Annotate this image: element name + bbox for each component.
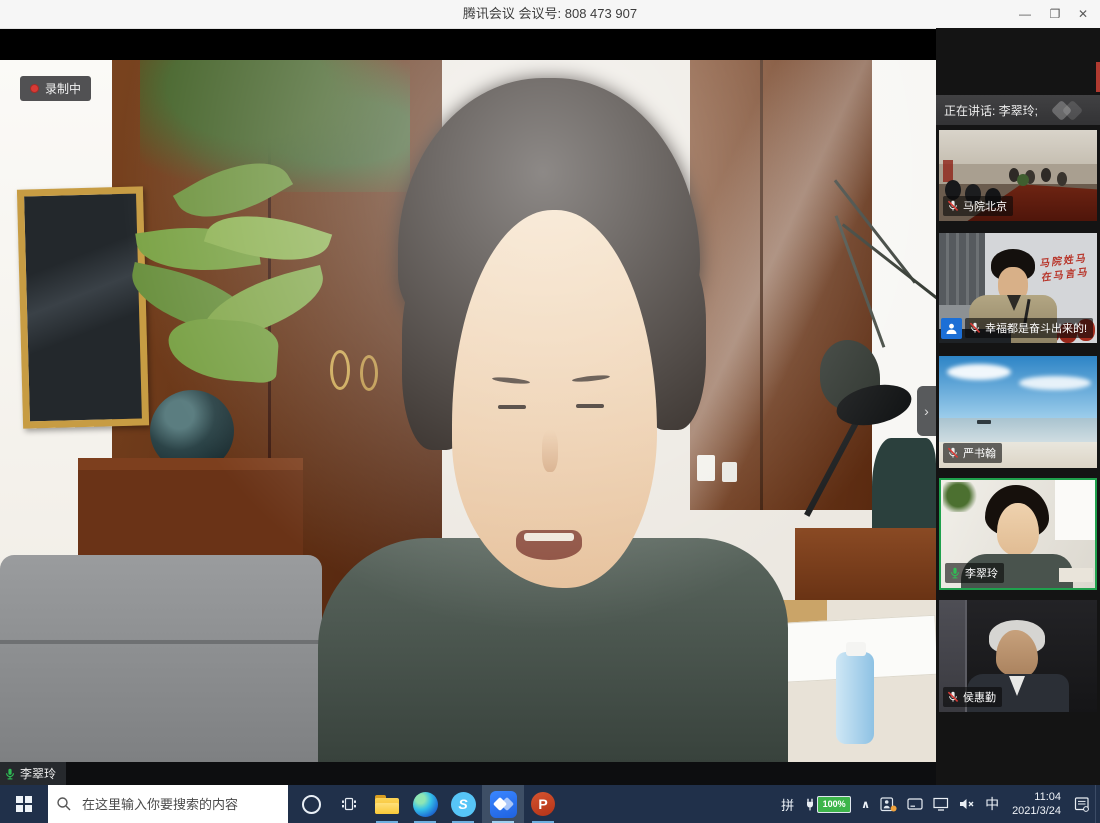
window-title: 腾讯会议 会议号: 808 473 907 [0,0,1100,28]
sofa-seam [0,640,322,644]
participant-tile-4-active-speaker[interactable]: 李翠玲 [939,478,1097,590]
chevron-right-icon: › [924,403,929,419]
title-bar: 腾讯会议 会议号: 808 473 907 — ❐ ✕ [0,0,1100,29]
mic-muted-icon [947,691,959,703]
eye-left [498,405,526,409]
speaker-muted-icon [959,798,975,810]
task-view-button[interactable] [330,785,368,823]
meeting-logo-watermark-icon [1052,101,1092,119]
windows-logo-icon [16,796,32,812]
participants-sidebar: 正在讲话: 李翠玲; [936,28,1100,785]
ethernet-monitor-icon [933,797,949,811]
participant-name-tag: 侯惠勤 [943,687,1002,707]
nose-shadow [542,430,558,472]
cortana-button[interactable] [292,785,330,823]
sidebar-collapse-handle[interactable]: › [917,386,936,436]
action-center-button[interactable] [1069,785,1095,823]
recording-badge[interactable]: 录制中 [20,76,91,101]
windows-taskbar: S P 拼 100% [0,785,1100,823]
plug-icon [805,798,815,811]
start-button[interactable] [0,785,48,823]
main-speaker-label: 李翠玲 [0,762,66,785]
blue-bottle [836,652,874,744]
bottle-cap [846,642,866,656]
tencent-meeting-button[interactable] [482,785,524,823]
taskbar-search[interactable] [48,785,288,823]
participant-name-tag: 幸福都是奋斗出来的! [965,318,1093,338]
participant-tile-3[interactable]: 严书翰 [939,356,1097,468]
eye-right [576,404,604,408]
device-card-icon [907,798,923,810]
restore-button[interactable]: ❐ [1040,0,1070,28]
touchpad-tray-icon[interactable] [902,785,928,823]
task-view-icon [341,797,357,811]
main-speaker-name: 李翠玲 [20,765,56,782]
close-button[interactable]: ✕ [1068,0,1098,28]
participant-name: 李翠玲 [965,565,998,581]
network-tray-icon[interactable] [928,785,954,823]
participant-name-tag: 严书翰 [943,443,1002,463]
clock-time: 11:04 [1034,790,1061,804]
white-pot [697,455,715,481]
participant-name-tag: 马院北京 [943,196,1013,216]
mic-active-icon [4,768,16,780]
participant-name: 马院北京 [963,198,1007,214]
ime-language-indicator[interactable]: 中 [980,785,1004,823]
minimize-button[interactable]: — [1010,0,1040,28]
dried-branches [780,220,930,470]
edge-button[interactable] [406,785,444,823]
show-desktop-button[interactable] [1095,785,1100,823]
search-input[interactable] [80,796,280,813]
mic-active-icon [949,567,961,579]
cabinet-seam-right [760,60,763,510]
edge-icon [413,792,438,817]
contact-badge-icon [880,797,897,812]
powerpoint-button[interactable]: P [524,785,562,823]
main-speaker-bar: 李翠玲 [0,762,936,785]
volume-muted-tray-icon[interactable] [954,785,980,823]
tencent-meeting-icon [490,791,517,818]
powerpoint-icon: P [531,792,555,816]
participant-name-tag: 李翠玲 [945,563,1004,583]
mic-muted-icon [947,447,959,459]
ship [977,420,991,424]
action-center-icon [1074,797,1090,812]
now-speaking-banner: 正在讲话: 李翠玲; [936,95,1100,125]
recording-label: 录制中 [45,80,81,97]
main-video-feed[interactable]: 录制中 › [0,60,936,762]
participant-name: 严书翰 [963,445,996,461]
profile-badge [941,318,962,339]
participant-tile-2[interactable]: 马院姓马 在马言马 幸福都是奋斗出来的! [939,233,1097,343]
person-icon [945,322,958,335]
search-icon [56,796,72,812]
cabinet-handle [330,350,350,390]
cabinet-handle-2 [360,355,378,391]
folder-icon [375,795,399,814]
file-explorer-button[interactable] [368,785,406,823]
s-app-button[interactable]: S [444,785,482,823]
participant-name: 幸福都是奋斗出来的! [985,320,1087,336]
record-dot-icon [30,84,39,93]
notification-app-tray-icon[interactable] [875,785,902,823]
system-tray: 拼 100% ∧ 中 [775,785,1100,823]
participant-tile-1[interactable]: 马院北京 [939,130,1097,221]
teeth [524,533,574,541]
mic-muted-icon [969,322,981,334]
now-speaking-text: 正在讲话: 李翠玲; [944,102,1038,119]
hidden-icons-button[interactable]: ∧ [856,785,875,823]
tencent-meeting-window: 腾讯会议 会议号: 808 473 907 — ❐ ✕ [0,0,1100,823]
sidebar-scrollbar[interactable] [1096,62,1100,92]
ime-pinyin-indicator[interactable]: 拼 [775,785,800,823]
cortana-icon [302,795,321,814]
taskbar-clock[interactable]: 11:04 2021/3/24 [1004,790,1069,818]
white-cup [722,462,737,482]
clock-date: 2021/3/24 [1012,804,1061,818]
mic-muted-icon [947,200,959,212]
power-battery-indicator[interactable]: 100% [800,785,856,823]
s-app-icon: S [451,792,476,817]
gray-sofa [0,555,322,762]
participant-tile-5[interactable]: 侯惠勤 [939,600,1097,712]
battery-icon: 100% [817,796,851,813]
participant-name: 侯惠勤 [963,689,996,705]
